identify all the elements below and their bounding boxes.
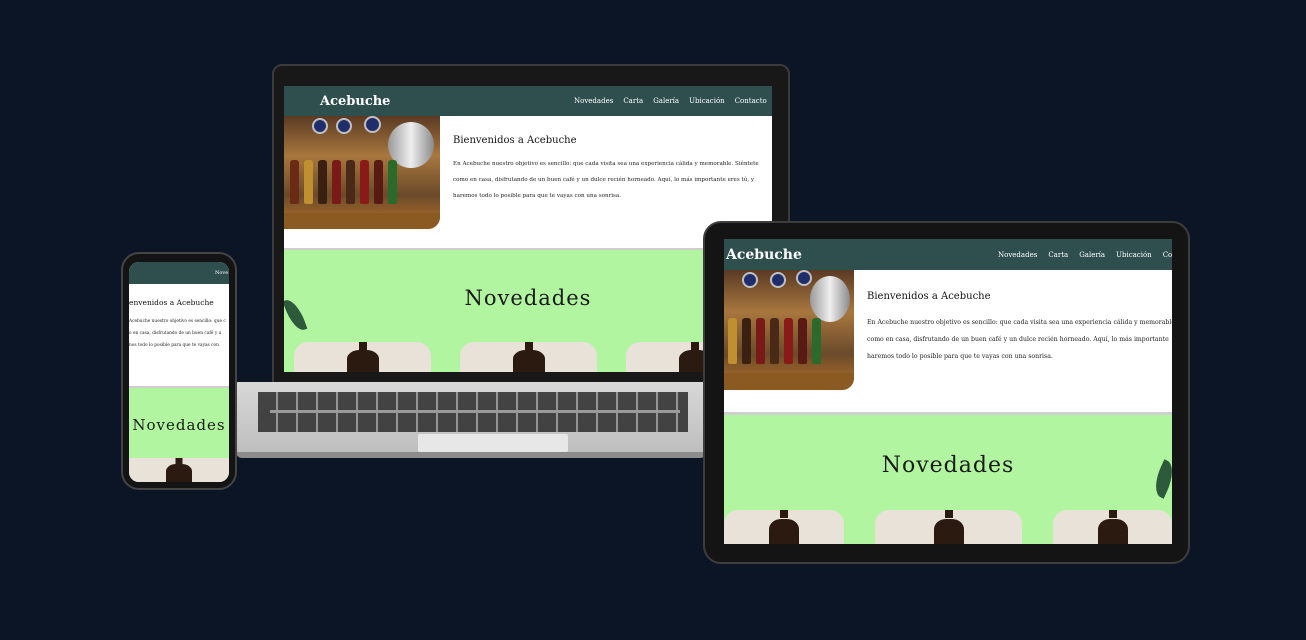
bottle (798, 317, 807, 364)
bottle (756, 317, 765, 364)
nav-galeria[interactable]: Galería (1079, 251, 1105, 259)
nav-ubicacion[interactable]: Ubicación (689, 97, 725, 105)
news-card[interactable] (129, 458, 229, 482)
bottle (304, 160, 313, 205)
hero-title: Bienvenidos a Acebuche (453, 135, 577, 146)
bottle (374, 160, 383, 205)
hero-title: envenidos a Acebuche (129, 298, 214, 307)
bottle (318, 160, 327, 205)
site-navbar: Acebuche Novedades Carta Galería Ubicaci… (284, 86, 772, 116)
laptop-screen: Acebuche Novedades Carta Galería Ubicaci… (284, 86, 772, 372)
news-card[interactable] (1053, 510, 1172, 544)
bottle (360, 160, 369, 205)
hero-image (724, 270, 854, 390)
bottle (388, 160, 397, 205)
news-card[interactable] (294, 342, 431, 372)
hero-text-line: Acebuche nuestro objetivo es sencillo: q… (129, 319, 226, 324)
tablet-screen: Acebuche Novedades Carta Galería Ubicaci… (724, 239, 1172, 544)
bottle (290, 160, 299, 205)
nav-links: Novedades Carta Galería Ubicación Contac… (574, 97, 767, 105)
bottle (742, 317, 751, 364)
nav-galeria[interactable]: Galería (653, 97, 679, 105)
nav-novedades[interactable]: Nove (215, 270, 228, 276)
news-card[interactable] (875, 510, 1022, 544)
hero-content: Bienvenidos a Acebuche En Acebuche nuest… (867, 291, 1172, 365)
nav-carta[interactable]: Carta (623, 97, 643, 105)
laptop-foot (236, 452, 706, 458)
news-card[interactable] (724, 510, 844, 544)
faucet (810, 276, 850, 322)
laptop-trackpad (418, 434, 568, 452)
nav-links: Nove (215, 270, 228, 276)
hero-image (284, 116, 440, 229)
hero-section: Bienvenidos a Acebuche En Acebuche nuest… (284, 116, 772, 248)
hero-content: Bienvenidos a Acebuche En Acebuche nuest… (453, 135, 759, 204)
nav-novedades[interactable]: Novedades (574, 97, 613, 105)
nav-links: Novedades Carta Galería Ubicación Contac… (998, 251, 1172, 259)
hero-text-line: como en casa, disfrutando de un buen caf… (867, 336, 1169, 343)
keyboard-row (270, 410, 680, 413)
news-section: Novedades (284, 250, 772, 372)
hero-section: Bienvenidos a Acebuche En Acebuche nuest… (724, 270, 1172, 412)
bottle (728, 317, 737, 364)
site-brand[interactable]: Acebuche (726, 247, 802, 263)
bottle (770, 317, 779, 364)
tap-icon (770, 272, 786, 288)
news-title: Novedades (132, 416, 226, 434)
bottle (346, 160, 355, 205)
hero-title: Bienvenidos a Acebuche (867, 291, 991, 302)
site-brand[interactable]: Acebuche (320, 94, 390, 109)
news-section: Novedades (724, 415, 1172, 544)
tap-icon (742, 272, 758, 288)
nav-ubicacion[interactable]: Ubicación (1116, 251, 1152, 259)
phone-screen: Nove envenidos a Acebuche Acebuche nuest… (129, 262, 229, 482)
bottle (332, 160, 341, 205)
hero-text: En Acebuche nuestro objetivo es sencillo… (453, 156, 759, 204)
tap-icon (312, 118, 328, 134)
nav-novedades[interactable]: Novedades (998, 251, 1037, 259)
site-navbar: Nove (129, 262, 229, 284)
hero-text-line: nos todo lo posible para que te vayas co… (129, 343, 219, 348)
news-title: Novedades (881, 453, 1015, 478)
tap-icon (796, 270, 812, 286)
bar-counter (724, 373, 854, 390)
site-navbar: Acebuche Novedades Carta Galería Ubicaci… (724, 239, 1172, 270)
hero-text: En Acebuche nuestro objetivo es sencillo… (867, 314, 1172, 365)
nav-contacto[interactable]: Contacto (1163, 251, 1172, 259)
news-card[interactable] (460, 342, 597, 372)
hero-text: Acebuche nuestro objetivo es sencillo: q… (129, 316, 226, 352)
bottle (812, 317, 821, 364)
hero-text-line: haremos todo lo posible para que te vaya… (453, 193, 622, 199)
tap-icon (364, 116, 381, 133)
hero-text-line: o en casa, disfrutando de un buen café y… (129, 331, 222, 336)
nav-contacto[interactable]: Contacto (735, 97, 767, 105)
tap-icon (336, 118, 352, 134)
hero-section: envenidos a Acebuche Acebuche nuestro ob… (129, 284, 229, 386)
hero-text-line: como en casa, disfrutando de un buen caf… (453, 177, 755, 183)
nav-carta[interactable]: Carta (1048, 251, 1068, 259)
hero-text-line: haremos todo lo posible para que te vaya… (867, 353, 1053, 360)
bar-counter (284, 213, 440, 229)
hero-text-line: En Acebuche nuestro objetivo es sencillo… (453, 161, 759, 167)
news-title: Novedades (464, 286, 592, 310)
bottle (784, 317, 793, 364)
news-section: Novedades (129, 388, 229, 482)
hero-text-line: En Acebuche nuestro objetivo es sencillo… (867, 319, 1172, 326)
